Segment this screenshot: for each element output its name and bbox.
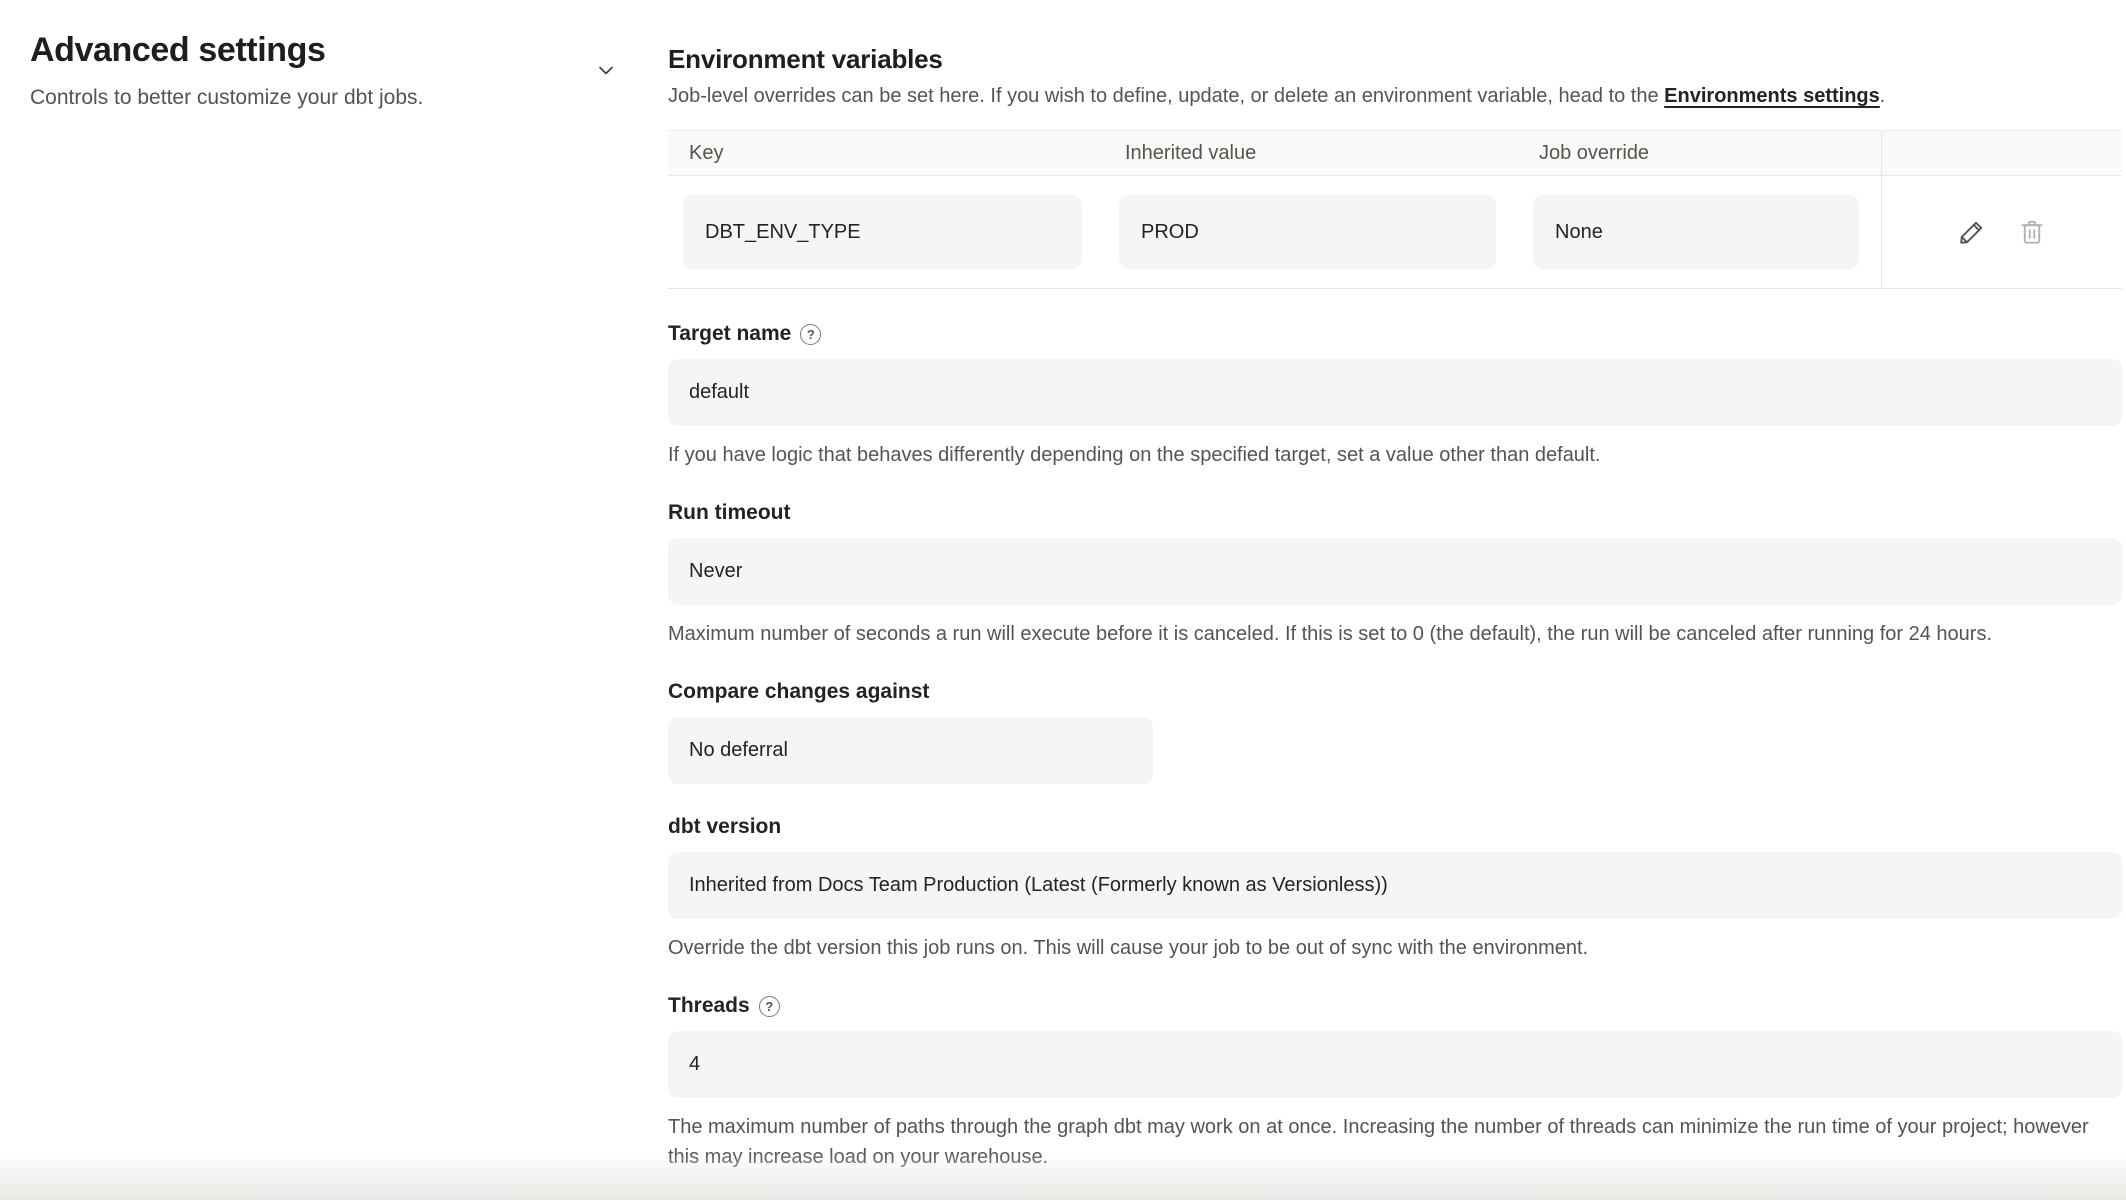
dbt-version-label-row: dbt version	[668, 814, 2122, 840]
env-vars-description: Job-level overrides can be set here. If …	[668, 83, 2122, 110]
environments-settings-link[interactable]: Environments settings	[1664, 85, 1880, 107]
run-timeout-label: Run timeout	[668, 500, 790, 526]
advanced-settings-content: Environment variables Job-level override…	[668, 30, 2126, 1200]
env-var-actions-cell	[1881, 176, 2122, 288]
dbt-version-input[interactable]	[668, 852, 2122, 919]
dbt-version-label: dbt version	[668, 814, 781, 840]
env-vars-description-period: .	[1880, 85, 1886, 107]
run-timeout-input[interactable]	[668, 538, 2122, 605]
env-vars-description-text: Job-level overrides can be set here. If …	[668, 85, 1664, 107]
target-name-label-row: Target name ?	[668, 321, 2122, 347]
env-var-inherited-value-field[interactable]: PROD	[1119, 195, 1496, 269]
col-header-job-override: Job override	[1518, 142, 1881, 165]
env-var-job-override-cell: None	[1518, 195, 1881, 269]
help-icon[interactable]: ?	[800, 324, 821, 345]
target-name-label: Target name	[668, 321, 791, 347]
section-header-panel: Advanced settings Controls to better cus…	[0, 30, 668, 1200]
page-subtitle: Controls to better customize your dbt jo…	[30, 85, 668, 111]
target-name-field: Target name ? If you have logic that beh…	[668, 321, 2122, 470]
target-name-helper: If you have logic that behaves different…	[668, 440, 2122, 470]
threads-label: Threads	[668, 993, 750, 1019]
env-vars-table: Key Inherited value Job override DBT_ENV…	[668, 130, 2122, 289]
env-var-key-cell: DBT_ENV_TYPE	[668, 195, 1104, 269]
help-icon[interactable]: ?	[759, 996, 780, 1017]
dbt-version-field: dbt version Override the dbt version thi…	[668, 814, 2122, 963]
edit-env-var-button[interactable]	[1955, 215, 1989, 249]
run-timeout-label-row: Run timeout	[668, 500, 2122, 526]
trash-icon	[2017, 217, 2047, 247]
env-var-inherited-value-cell: PROD	[1104, 195, 1518, 269]
threads-field: Threads ? The maximum number of paths th…	[668, 993, 2122, 1172]
delete-env-var-button[interactable]	[2015, 215, 2049, 249]
chevron-down-icon	[594, 58, 618, 82]
col-header-key: Key	[668, 142, 1104, 165]
col-header-inherited-value: Inherited value	[1104, 142, 1518, 165]
compare-changes-field: Compare changes against	[668, 679, 2122, 784]
target-name-input[interactable]	[668, 359, 2122, 426]
env-vars-table-header: Key Inherited value Job override	[668, 131, 2122, 176]
page-title: Advanced settings	[30, 30, 668, 70]
env-var-job-override-field[interactable]: None	[1533, 195, 1859, 269]
run-timeout-field: Run timeout Maximum number of seconds a …	[668, 500, 2122, 649]
threads-helper: The maximum number of paths through the …	[668, 1112, 2122, 1172]
collapse-section-button[interactable]	[588, 52, 624, 88]
compare-changes-input[interactable]	[668, 717, 1153, 784]
env-vars-title: Environment variables	[668, 42, 2122, 76]
col-header-actions	[1881, 131, 2122, 175]
advanced-settings-page: Advanced settings Controls to better cus…	[0, 0, 2126, 1200]
dbt-version-helper: Override the dbt version this job runs o…	[668, 933, 2122, 963]
compare-changes-label: Compare changes against	[668, 679, 929, 705]
env-var-key-field[interactable]: DBT_ENV_TYPE	[683, 195, 1082, 269]
threads-label-row: Threads ?	[668, 993, 2122, 1019]
pencil-icon	[1957, 217, 1987, 247]
env-var-table-row: DBT_ENV_TYPE PROD None	[668, 176, 2122, 289]
run-timeout-helper: Maximum number of seconds a run will exe…	[668, 619, 2122, 649]
compare-changes-label-row: Compare changes against	[668, 679, 2122, 705]
threads-input[interactable]	[668, 1031, 2122, 1098]
